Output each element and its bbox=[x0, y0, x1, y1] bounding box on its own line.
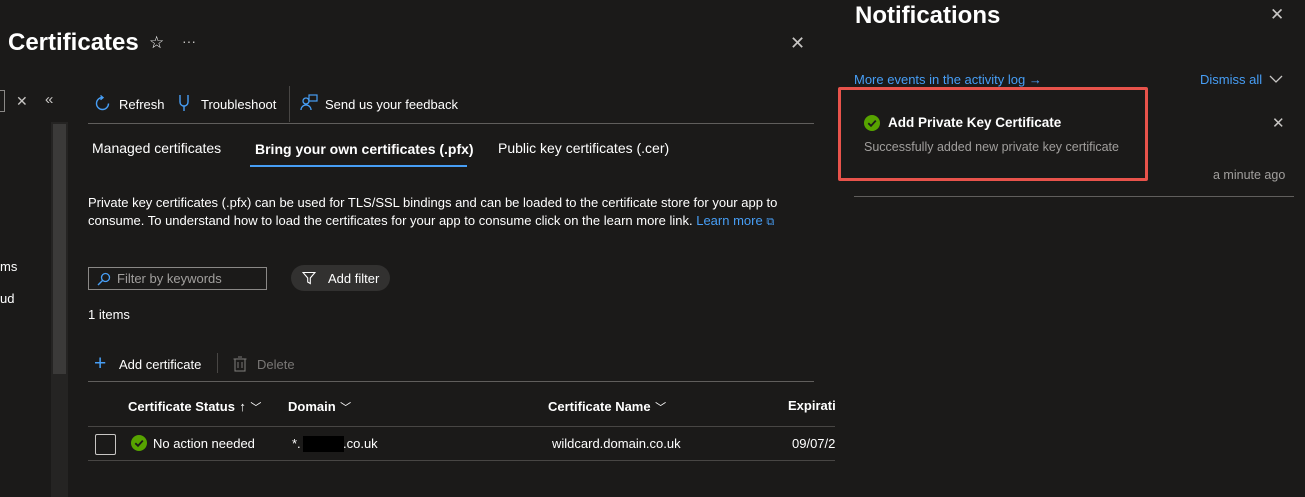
clear-search-icon[interactable]: ✕ bbox=[16, 93, 28, 110]
search-icon bbox=[97, 272, 111, 286]
notification-divider bbox=[854, 196, 1294, 197]
tab-bring-your-own[interactable]: Bring your own certificates (.pfx) bbox=[255, 141, 474, 157]
feedback-person-icon bbox=[300, 94, 318, 111]
sort-ascending-icon: ↑ bbox=[239, 399, 246, 414]
refresh-label: Refresh bbox=[119, 97, 165, 112]
add-certificate-label: Add certificate bbox=[119, 357, 202, 372]
add-plus-icon: + bbox=[94, 352, 107, 375]
items-count: 1 items bbox=[88, 307, 130, 322]
table-header-divider bbox=[88, 426, 835, 427]
learn-more-link[interactable]: Learn more bbox=[696, 213, 762, 228]
table-row[interactable]: No action needed *. .co.uk wildcard.doma… bbox=[88, 428, 835, 460]
filter-search-box[interactable] bbox=[88, 267, 267, 290]
description-line-1: Private key certificates (.pfx) can be u… bbox=[88, 195, 778, 210]
column-header-domain-label: Domain bbox=[288, 399, 336, 414]
column-header-name[interactable]: Certificate Name ﹀ bbox=[548, 398, 666, 416]
column-header-status-label: Certificate Status bbox=[128, 399, 235, 414]
chevron-down-icon[interactable]: ﹀ bbox=[340, 402, 351, 414]
dismiss-notification-icon[interactable]: ✕ bbox=[1272, 114, 1285, 132]
column-header-domain[interactable]: Domain ﹀ bbox=[288, 398, 351, 416]
feedback-button[interactable]: Send us your feedback bbox=[300, 94, 460, 114]
description-line-2-wrap: consume. To understand how to load the c… bbox=[88, 213, 774, 229]
page-title: Certificates bbox=[8, 29, 139, 56]
stethoscope-icon bbox=[179, 95, 189, 111]
row-checkbox[interactable] bbox=[95, 434, 116, 455]
active-tab-underline bbox=[250, 165, 467, 167]
favorite-star-icon[interactable]: ☆ bbox=[149, 33, 164, 53]
delete-label: Delete bbox=[257, 357, 295, 372]
more-options-icon[interactable]: ··· bbox=[182, 33, 196, 49]
highlight-annotation-box bbox=[838, 87, 1148, 181]
filter-input[interactable] bbox=[117, 270, 262, 287]
row-certificate-name[interactable]: wildcard.domain.co.uk bbox=[552, 436, 681, 451]
close-blade-icon[interactable]: ✕ bbox=[790, 33, 805, 54]
row-status: No action needed bbox=[153, 436, 255, 451]
delete-button[interactable]: Delete bbox=[233, 355, 303, 375]
trash-icon bbox=[233, 356, 247, 372]
troubleshoot-label: Troubleshoot bbox=[201, 97, 277, 112]
command-bar-divider bbox=[88, 381, 814, 382]
dismiss-all-link[interactable]: Dismiss all bbox=[1200, 72, 1262, 87]
chevron-down-icon[interactable]: ﹀ bbox=[655, 402, 666, 414]
add-filter-label: Add filter bbox=[328, 271, 380, 286]
notification-time: a minute ago bbox=[1213, 168, 1286, 182]
description-line-2: consume. To understand how to load the c… bbox=[88, 213, 693, 228]
toolbar-divider bbox=[88, 123, 814, 124]
left-nav: ✕ « ms ud bbox=[0, 0, 68, 497]
chevron-down-icon[interactable]: ﹀ bbox=[250, 402, 261, 414]
collapse-nav-icon[interactable]: « bbox=[45, 91, 53, 108]
notifications-title: Notifications bbox=[855, 2, 1001, 29]
nav-scrollbar-thumb[interactable] bbox=[53, 124, 66, 374]
filter-funnel-icon bbox=[302, 271, 316, 285]
command-separator bbox=[217, 353, 218, 373]
row-domain-prefix: *. bbox=[292, 436, 301, 451]
column-header-status[interactable]: Certificate Status ↑ ﹀ bbox=[128, 398, 261, 416]
table-row-divider bbox=[88, 460, 835, 461]
add-filter-button[interactable]: Add filter bbox=[291, 265, 390, 291]
row-expiration: 09/07/2 bbox=[792, 436, 836, 451]
success-check-icon bbox=[131, 435, 147, 451]
feedback-label: Send us your feedback bbox=[325, 97, 458, 112]
activity-log-link[interactable]: More events in the activity log → bbox=[854, 72, 1042, 87]
redacted-block bbox=[303, 436, 344, 452]
refresh-button[interactable]: Refresh bbox=[94, 94, 184, 114]
tab-managed-certificates[interactable]: Managed certificates bbox=[92, 140, 221, 156]
row-domain-suffix: .co.uk bbox=[343, 436, 378, 451]
nav-item-partial-1[interactable]: ms bbox=[0, 259, 17, 274]
refresh-icon bbox=[95, 95, 110, 111]
nav-item-partial-2[interactable]: ud bbox=[0, 291, 14, 306]
external-link-icon[interactable]: ⧉ bbox=[766, 216, 774, 228]
close-notifications-icon[interactable]: ✕ bbox=[1270, 5, 1284, 25]
column-header-name-label: Certificate Name bbox=[548, 399, 651, 414]
tab-public-key[interactable]: Public key certificates (.cer) bbox=[498, 140, 669, 156]
left-search-input[interactable] bbox=[0, 90, 5, 112]
troubleshoot-button[interactable]: Troubleshoot bbox=[178, 94, 283, 114]
add-certificate-button[interactable]: + Add certificate bbox=[94, 352, 206, 375]
chevron-down-icon[interactable] bbox=[1269, 74, 1283, 84]
toolbar-separator bbox=[289, 86, 290, 122]
